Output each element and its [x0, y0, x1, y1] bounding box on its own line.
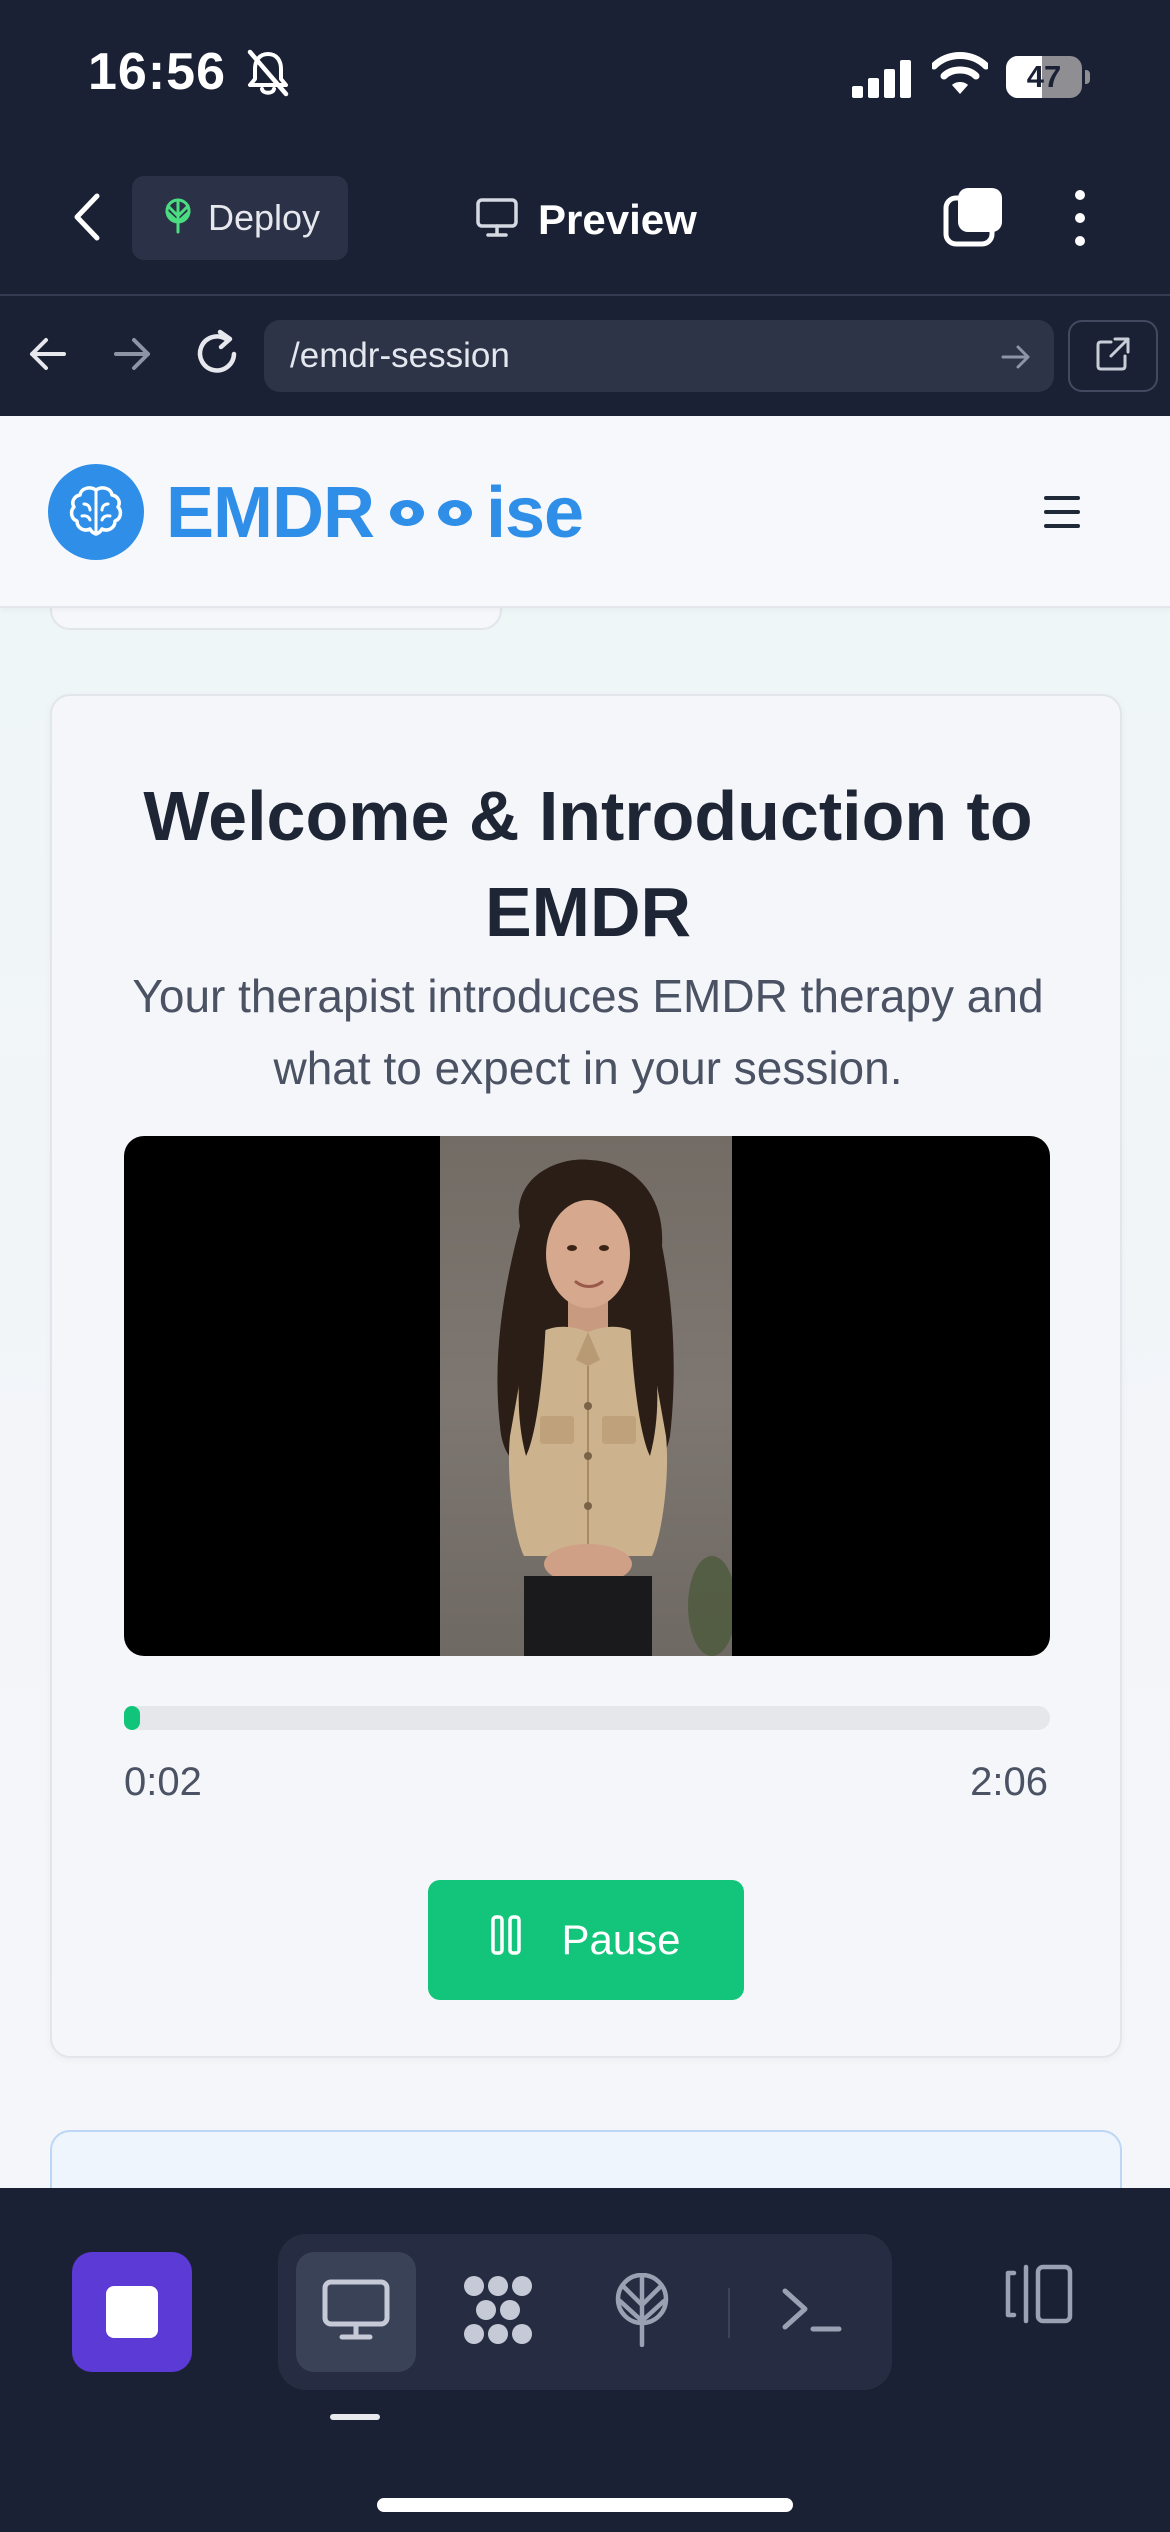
tabs-button[interactable] [940, 186, 1004, 250]
video-progress-bar[interactable] [124, 1706, 1050, 1730]
brain-icon[interactable] [48, 464, 144, 560]
total-time: 2:06 [970, 1760, 1048, 1804]
dots-grid-icon [460, 2272, 536, 2353]
open-external-button[interactable] [1068, 320, 1158, 392]
deploy-icon [612, 2272, 672, 2352]
preview-tab[interactable]: Preview [476, 184, 697, 256]
tabs-icon [940, 188, 1004, 254]
apps-tool-button[interactable] [438, 2252, 558, 2372]
session-title: Welcome & Introduction to EMDR [143, 777, 1033, 951]
deploy-icon [162, 198, 194, 239]
url-text: /emdr-session [290, 336, 510, 375]
layout-icon [1002, 2263, 1074, 2330]
deploy-button[interactable]: Deploy [132, 176, 348, 260]
arrow-right-icon[interactable] [110, 332, 154, 381]
status-time: 16:56 [88, 43, 226, 101]
status-bar: 16:56 47 [0, 0, 1170, 160]
hamburger-menu-icon[interactable] [1044, 496, 1080, 528]
home-indicator [377, 2498, 793, 2512]
reload-icon[interactable] [190, 326, 244, 385]
chevron-left-icon [71, 192, 101, 247]
site-header: EMDR ise [0, 416, 1170, 608]
arrow-right-icon[interactable] [1000, 342, 1032, 377]
back-button[interactable] [62, 190, 110, 248]
session-subtitle: Your therapist introduces EMDR therapy a… [132, 970, 1044, 1094]
tool-group [278, 2234, 892, 2390]
bell-slash-icon [246, 48, 290, 103]
pause-label: Pause [561, 1916, 681, 1963]
more-vertical-icon [1075, 190, 1085, 246]
app-bar: Deploy Preview [0, 160, 1170, 294]
therapist-video-frame [440, 1136, 732, 1656]
current-time: 0:02 [124, 1760, 202, 1804]
web-content: EMDR ise Welcome & Introduction to EMDR … [0, 416, 1170, 2188]
monitor-icon [322, 2279, 390, 2346]
logo-text-left: EMDR [166, 473, 375, 553]
site-logo[interactable]: EMDR ise [166, 472, 584, 554]
battery-percent: 47 [1026, 59, 1062, 94]
arrow-left-icon[interactable] [26, 332, 70, 381]
wifi-icon [930, 52, 990, 101]
browser-bar: /emdr-session [0, 296, 1170, 416]
session-card: Welcome & Introduction to EMDR Your ther… [50, 694, 1122, 2058]
bottom-toolbar [0, 2188, 1170, 2532]
stop-button[interactable] [72, 2252, 192, 2372]
eyes-icon [390, 500, 472, 526]
deploy-tool-button[interactable] [582, 2252, 702, 2372]
video-progress-fill [124, 1706, 140, 1730]
layout-button[interactable] [998, 2256, 1078, 2336]
next-card [50, 2130, 1122, 2188]
external-link-icon [1095, 336, 1131, 377]
video-player[interactable] [124, 1136, 1050, 1656]
preview-label: Preview [538, 196, 697, 243]
cellular-signal-icon [852, 60, 914, 103]
terminal-icon [781, 2285, 843, 2340]
stop-icon [106, 2286, 158, 2338]
divider [728, 2288, 730, 2338]
terminal-tool-button[interactable] [752, 2252, 872, 2372]
url-input[interactable]: /emdr-session [264, 320, 1054, 392]
active-tab-indicator [330, 2414, 380, 2420]
battery-icon: 47 [1006, 56, 1090, 98]
deploy-label: Deploy [208, 197, 321, 238]
monitor-icon [476, 197, 518, 243]
pause-icon [491, 1915, 522, 1965]
more-button[interactable] [1066, 186, 1094, 250]
pause-button[interactable]: Pause [428, 1880, 744, 2000]
preview-tool-button[interactable] [296, 2252, 416, 2372]
logo-text-right: ise [486, 473, 584, 553]
